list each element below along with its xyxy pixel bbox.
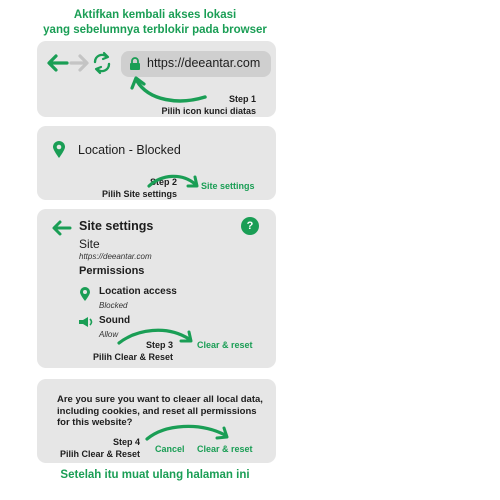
heading-line-1: Aktifkan kembali akses lokasi <box>73 9 237 21</box>
step3-caption: Step 3 Pilih Clear & Reset <box>87 339 173 363</box>
page-heading: Aktifkan kembali akses lokasi yang sebel… <box>0 8 310 38</box>
step1-panel: https://deeantar.com Step 1 Pilih icon k… <box>37 41 276 117</box>
location-access-label[interactable]: Location access <box>99 286 177 297</box>
permissions-heading: Permissions <box>79 265 145 277</box>
step3-panel: Site settings ? Site https://deeantar.co… <box>37 209 276 368</box>
clear-reset-button[interactable]: Clear & reset <box>197 444 253 454</box>
step4-instruction: Pilih Clear & Reset <box>59 449 140 459</box>
site-heading: Site <box>79 237 100 251</box>
step1-label: Step 1 <box>228 94 256 104</box>
heading-line-2: yang sebelumnya terblokir pada browser <box>43 24 267 36</box>
location-pin-icon <box>53 141 65 158</box>
step2-arrow <box>147 174 199 188</box>
step1-instruction: Pilih icon kunci diatas <box>161 106 256 116</box>
step4-panel: Are you sure you want to cleaer all loca… <box>37 379 276 463</box>
address-bar[interactable]: https://deeantar.com <box>121 51 271 77</box>
step2-panel: Location - Blocked Step 2 Pilih Site set… <box>37 126 276 200</box>
back-arrow-icon[interactable] <box>45 53 69 73</box>
location-pin-icon <box>80 287 90 301</box>
confirm-line-2: including cookies, and reset all permiss… <box>57 405 257 417</box>
site-settings-link[interactable]: Site settings <box>201 181 255 191</box>
location-access-value: Blocked <box>99 301 128 310</box>
url-text: https://deeantar.com <box>147 56 261 70</box>
sound-value: Allow <box>99 330 119 339</box>
page-footer: Setelah itu muat ulang halaman ini <box>60 469 250 481</box>
site-url: https://deeantar.com <box>79 252 152 261</box>
speaker-icon <box>79 317 93 327</box>
reload-icon[interactable] <box>91 51 113 75</box>
step1-caption: Step 1 Pilih icon kunci diatas <box>161 93 256 117</box>
step3-instruction: Pilih Clear & Reset <box>92 352 173 362</box>
forward-arrow-icon[interactable] <box>69 53 91 73</box>
step4-arrow <box>145 424 229 441</box>
cancel-button[interactable]: Cancel <box>155 444 185 454</box>
clear-reset-link[interactable]: Clear & reset <box>197 340 253 350</box>
sound-label[interactable]: Sound <box>99 315 130 326</box>
step4-caption: Step 4 Pilih Clear & Reset <box>54 436 140 460</box>
help-icon[interactable]: ? <box>241 217 259 235</box>
location-status: Location - Blocked <box>78 143 181 157</box>
confirm-line-1: Are you sure you want to cleaer all loca… <box>57 394 263 405</box>
step4-label: Step 4 <box>112 437 140 447</box>
back-arrow-icon[interactable] <box>50 219 72 237</box>
lock-icon[interactable] <box>129 56 141 71</box>
site-settings-title: Site settings <box>79 219 154 233</box>
step3-label: Step 3 <box>145 340 173 350</box>
